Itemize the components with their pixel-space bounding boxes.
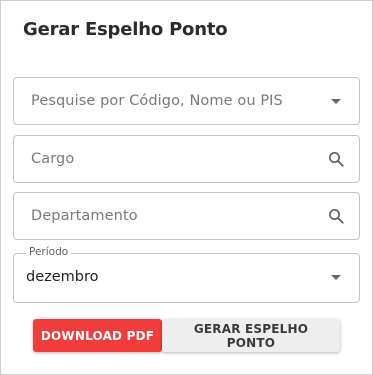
periodo-label: Período xyxy=(26,246,72,258)
departamento-field[interactable]: Departamento xyxy=(13,192,360,240)
generate-timesheet-dialog: Gerar Espelho Ponto Pesquise por Código,… xyxy=(0,0,373,375)
download-pdf-button[interactable]: DOWNLOAD PDF xyxy=(33,319,162,352)
generate-timesheet-button[interactable]: GERAR ESPELHO PONTO xyxy=(162,319,340,352)
cargo-placeholder: Cargo xyxy=(31,151,75,167)
search-icon[interactable] xyxy=(327,150,345,168)
chevron-down-icon[interactable] xyxy=(331,99,341,104)
search-icon[interactable] xyxy=(327,207,345,225)
departamento-placeholder: Departamento xyxy=(31,208,138,224)
periodo-select[interactable]: Período dezembro xyxy=(13,246,360,303)
chevron-down-icon[interactable] xyxy=(331,275,341,280)
periodo-value: dezembro xyxy=(26,269,99,285)
employee-search-placeholder: Pesquise por Código, Nome ou PIS xyxy=(31,93,283,109)
dialog-title: Gerar Espelho Ponto xyxy=(23,19,228,40)
employee-search-select[interactable]: Pesquise por Código, Nome ou PIS xyxy=(13,77,360,125)
cargo-field[interactable]: Cargo xyxy=(13,135,360,183)
